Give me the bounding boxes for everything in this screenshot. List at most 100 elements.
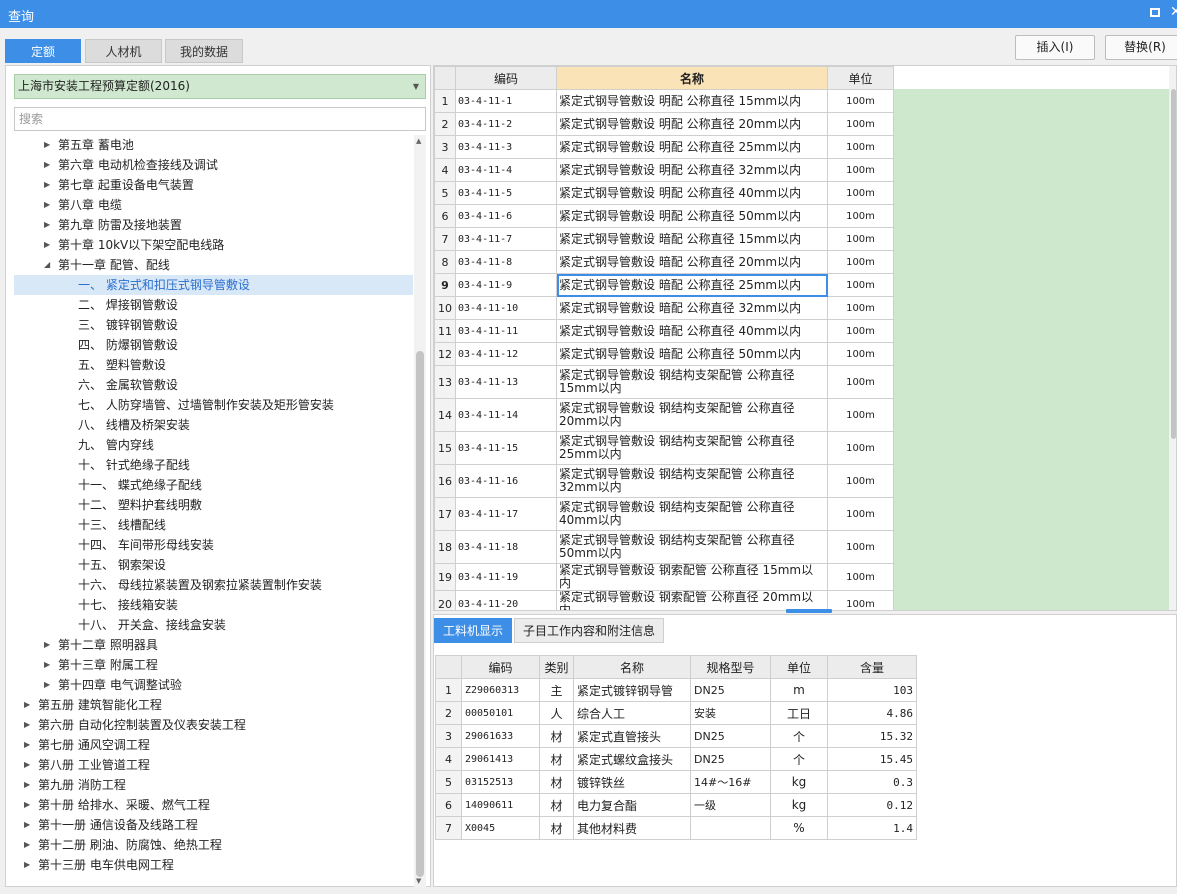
- quota-row[interactable]: 13 03-4-11-13 紧定式钢导管敷设 钢结构支架配管 公称直径 15mm以内…: [434, 365, 894, 399]
- material-code[interactable]: X0045: [461, 816, 540, 840]
- tree-item[interactable]: ▶ 第六册 自动化控制装置及仪表安装工程: [14, 715, 413, 735]
- quota-name[interactable]: 紧定式钢导管敷设 钢结构支架配管 公称直径 15mm以内: [556, 365, 828, 399]
- quota-unit[interactable]: 100m: [827, 89, 894, 113]
- quota-row[interactable]: 2 03-4-11-2 紧定式钢导管敷设 明配 公称直径 20mm以内 100m: [434, 112, 894, 136]
- tab-material[interactable]: 人材机: [85, 39, 162, 63]
- quota-header-name[interactable]: 名称: [556, 66, 828, 90]
- collapsed-triangle-icon[interactable]: ▶: [24, 695, 30, 715]
- material-unit[interactable]: m: [770, 678, 828, 702]
- tree-item[interactable]: ▶ 第八册 工业管道工程: [14, 755, 413, 775]
- tree-item[interactable]: 二、 焊接钢管敷设: [14, 295, 413, 315]
- collapsed-triangle-icon[interactable]: ▶: [24, 735, 30, 755]
- quota-unit[interactable]: 100m: [827, 158, 894, 182]
- quota-row[interactable]: 9 03-4-11-9 紧定式钢导管敷设 暗配 公称直径 25mm以内 100m: [434, 273, 894, 297]
- quota-name[interactable]: 紧定式钢导管敷设 暗配 公称直径 20mm以内: [556, 250, 828, 274]
- material-header-unit[interactable]: 单位: [770, 655, 828, 679]
- collapsed-triangle-icon[interactable]: ▶: [44, 675, 50, 695]
- quota-code[interactable]: 03-4-11-11: [455, 319, 557, 343]
- material-name[interactable]: 电力复合酯: [573, 793, 691, 817]
- quota-code[interactable]: 03-4-11-3: [455, 135, 557, 159]
- tree-item[interactable]: ▶ 第十三册 电车供电网工程: [14, 855, 413, 875]
- quota-unit[interactable]: 100m: [827, 135, 894, 159]
- quota-header-unit[interactable]: 单位: [827, 66, 894, 90]
- maximize-icon[interactable]: [1150, 8, 1160, 17]
- collapsed-triangle-icon[interactable]: ▶: [44, 215, 50, 235]
- material-qty[interactable]: 15.32: [827, 724, 917, 748]
- quota-code[interactable]: 03-4-11-9: [455, 273, 557, 297]
- tree-item[interactable]: 六、 金属软管敷设: [14, 375, 413, 395]
- tree-item[interactable]: ▶ 第八章 电缆: [14, 195, 413, 215]
- collapsed-triangle-icon[interactable]: ▶: [24, 815, 30, 835]
- quota-name[interactable]: 紧定式钢导管敷设 明配 公称直径 40mm以内: [556, 181, 828, 205]
- material-qty[interactable]: 0.3: [827, 770, 917, 794]
- collapsed-triangle-icon[interactable]: ▶: [24, 855, 30, 875]
- collapsed-triangle-icon[interactable]: ▶: [24, 835, 30, 855]
- tree-scrollbar[interactable]: ▲ ▼: [414, 135, 426, 887]
- quota-name[interactable]: 紧定式钢导管敷设 暗配 公称直径 32mm以内: [556, 296, 828, 320]
- tree-item[interactable]: 四、 防爆钢管敷设: [14, 335, 413, 355]
- quota-name[interactable]: 紧定式钢导管敷设 明配 公称直径 15mm以内: [556, 89, 828, 113]
- tree-item[interactable]: ▶ 第十三章 附属工程: [14, 655, 413, 675]
- collapsed-triangle-icon[interactable]: ▶: [44, 235, 50, 255]
- quota-code[interactable]: 03-4-11-20: [455, 590, 557, 610]
- material-name[interactable]: 镀锌铁丝: [573, 770, 691, 794]
- quota-unit[interactable]: 100m: [827, 464, 894, 498]
- material-name[interactable]: 紧定式镀锌钢导管: [573, 678, 691, 702]
- collapsed-triangle-icon[interactable]: ▶: [44, 655, 50, 675]
- quota-name[interactable]: 紧定式钢导管敷设 钢结构支架配管 公称直径 40mm以内: [556, 497, 828, 531]
- tab-material-display[interactable]: 工料机显示: [434, 618, 512, 643]
- material-qty[interactable]: 1.4: [827, 816, 917, 840]
- material-row[interactable]: 4 29061413 材紧定式螺纹盒接头 DN25 个 15.45: [435, 747, 917, 771]
- tree-item[interactable]: 五、 塑料管敷设: [14, 355, 413, 375]
- tree-item[interactable]: 十八、 开关盒、接线盒安装: [14, 615, 413, 635]
- material-row[interactable]: 7 X0045 材其他材料费% 1.4: [435, 816, 917, 840]
- material-row[interactable]: 3 29061633 材紧定式直管接头 DN25 个 15.32: [435, 724, 917, 748]
- material-row[interactable]: 6 14090611 材电力复合酯 一级 kg 0.12: [435, 793, 917, 817]
- quota-unit[interactable]: 100m: [827, 112, 894, 136]
- quota-unit[interactable]: 100m: [827, 273, 894, 297]
- tree-item[interactable]: ▶ 第十册 给排水、采暖、燃气工程: [14, 795, 413, 815]
- quota-unit[interactable]: 100m: [827, 250, 894, 274]
- material-qty[interactable]: 103: [827, 678, 917, 702]
- quota-code[interactable]: 03-4-11-5: [455, 181, 557, 205]
- quota-row[interactable]: 19 03-4-11-19 紧定式钢导管敷设 钢索配管 公称直径 15mm以内 100…: [434, 563, 894, 591]
- quota-row[interactable]: 6 03-4-11-6 紧定式钢导管敷设 明配 公称直径 50mm以内 100m: [434, 204, 894, 228]
- tab-my-data[interactable]: 我的数据: [165, 39, 243, 63]
- quota-name[interactable]: 紧定式钢导管敷设 明配 公称直径 20mm以内: [556, 112, 828, 136]
- expanded-triangle-icon[interactable]: ◢: [44, 255, 50, 275]
- material-code[interactable]: 00050101: [461, 701, 540, 725]
- quota-row[interactable]: 5 03-4-11-5 紧定式钢导管敷设 明配 公称直径 40mm以内 100m: [434, 181, 894, 205]
- quota-name[interactable]: 紧定式钢导管敷设 钢结构支架配管 公称直径 20mm以内: [556, 398, 828, 432]
- quota-code[interactable]: 03-4-11-19: [455, 563, 557, 591]
- quota-name[interactable]: 紧定式钢导管敷设 钢结构支架配管 公称直径 25mm以内: [556, 431, 828, 465]
- quota-code[interactable]: 03-4-11-4: [455, 158, 557, 182]
- collapsed-triangle-icon[interactable]: ▶: [44, 155, 50, 175]
- material-header-type[interactable]: 类别: [539, 655, 574, 679]
- replace-button[interactable]: 替换(R): [1105, 35, 1177, 60]
- material-type[interactable]: 材: [539, 724, 574, 748]
- tree-item[interactable]: 十、 针式绝缘子配线: [14, 455, 413, 475]
- scrollbar-thumb[interactable]: [416, 351, 424, 877]
- material-name[interactable]: 其他材料费: [573, 816, 691, 840]
- tree-item[interactable]: 十一、 蝶式绝缘子配线: [14, 475, 413, 495]
- material-code[interactable]: 14090611: [461, 793, 540, 817]
- quota-name[interactable]: 紧定式钢导管敷设 暗配 公称直径 25mm以内: [556, 273, 828, 297]
- collapsed-triangle-icon[interactable]: ▶: [24, 775, 30, 795]
- tree-item[interactable]: ◢ 第十一章 配管、配线: [14, 255, 413, 275]
- tree-item[interactable]: 十二、 塑料护套线明敷: [14, 495, 413, 515]
- material-name[interactable]: 紧定式螺纹盒接头: [573, 747, 691, 771]
- collapsed-triangle-icon[interactable]: ▶: [44, 635, 50, 655]
- quota-name[interactable]: 紧定式钢导管敷设 明配 公称直径 32mm以内: [556, 158, 828, 182]
- tab-work-content[interactable]: 子目工作内容和附注信息: [514, 618, 664, 643]
- material-type[interactable]: 材: [539, 747, 574, 771]
- quota-name[interactable]: 紧定式钢导管敷设 明配 公称直径 50mm以内: [556, 204, 828, 228]
- material-code[interactable]: 29061413: [461, 747, 540, 771]
- quota-unit[interactable]: 100m: [827, 398, 894, 432]
- quota-unit[interactable]: 100m: [827, 296, 894, 320]
- material-type[interactable]: 主: [539, 678, 574, 702]
- material-code[interactable]: 03152513: [461, 770, 540, 794]
- collapsed-triangle-icon[interactable]: ▶: [44, 135, 50, 155]
- quota-scrollbar[interactable]: [1169, 66, 1176, 610]
- material-row[interactable]: 2 00050101 人综合人工 安装 工日 4.86: [435, 701, 917, 725]
- quota-unit[interactable]: 100m: [827, 563, 894, 591]
